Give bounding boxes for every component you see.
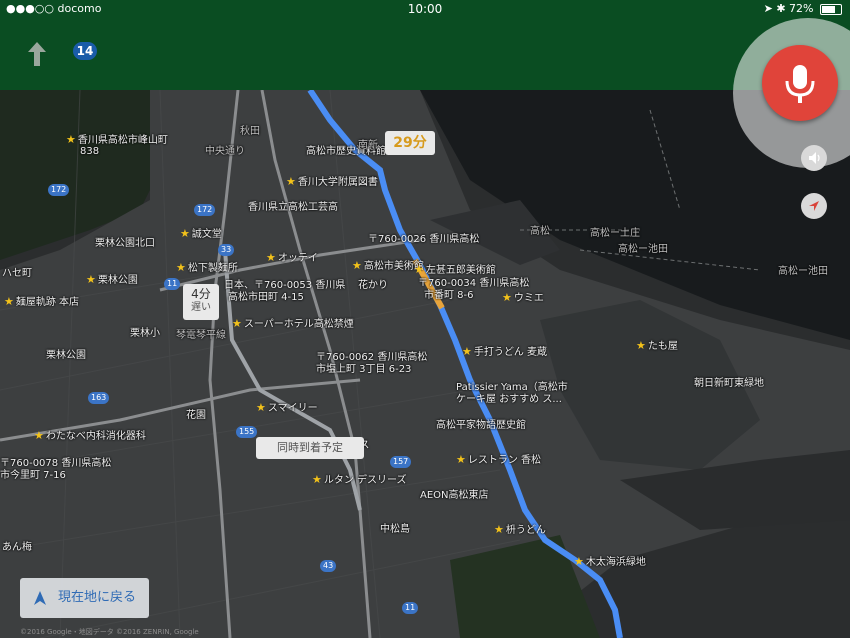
alternate-route-note: 遅い — [191, 302, 211, 313]
map-label: ★ 麺屋軌跡 本店 — [4, 295, 80, 309]
map-label: あん梅 — [2, 542, 32, 553]
compass-button[interactable] — [801, 193, 827, 219]
map-label: ケーキ屋 おすすめ ス... — [456, 394, 562, 405]
straight-arrow-icon — [28, 42, 46, 66]
bluetooth-icon: ✱ — [776, 2, 786, 15]
map-label: ★ レストラン 香松 — [456, 453, 542, 467]
map-label: ★ たも屋 — [636, 339, 678, 353]
map-label: ★ スマイリー — [256, 401, 318, 415]
battery-indicator: ➤ ✱ 72% — [764, 2, 842, 15]
map-label: 〒760-0034 香川県高松 — [418, 278, 530, 289]
map-label: 朝日新町東緑地 — [694, 378, 764, 389]
map-label: Patissier Yama（高松市 — [456, 382, 568, 393]
road-shield: 172 — [48, 184, 70, 196]
navigation-arrow-icon — [34, 591, 46, 605]
eta-callout[interactable]: 同時到着予定 — [256, 437, 364, 459]
sound-button[interactable] — [801, 145, 827, 171]
map-label: ★ ルタン デスリーズ — [312, 473, 407, 487]
map-label: 秋田 — [240, 126, 260, 137]
map-label: 中央通り — [205, 146, 245, 157]
map-label: 高松ー土庄 — [590, 228, 640, 239]
map-label: 市今里町 7-16 — [0, 470, 66, 481]
map-label: 〒760-0026 香川県高松 — [368, 234, 480, 245]
map-label: ★ 左甚五郎美術館 — [414, 263, 496, 277]
road-shield: 11 — [402, 602, 419, 614]
map-copyright: ©2016 Google・地図データ ©2016 ZENRIN, Google — [20, 628, 199, 636]
location-arrow-icon: ➤ — [763, 2, 773, 15]
map-label: ★ 松下製麺所 — [176, 261, 238, 275]
battery-percent: 72% — [789, 2, 814, 15]
map-label: ★ 栗林公園 — [86, 273, 138, 287]
map-label: ★ わたなべ内科消化器科 — [34, 429, 146, 443]
compass-icon — [809, 201, 819, 211]
map-label: 高松平家物語歴史館 — [436, 420, 526, 431]
voice-search-button[interactable] — [762, 45, 838, 121]
route-time-callout[interactable]: 29分 — [385, 131, 435, 155]
map-label: 南新 — [358, 140, 378, 151]
map-label: 高松 — [530, 226, 550, 237]
map-label: 高松ー池田 — [618, 244, 668, 255]
map-label: 高松市田町 4-15 — [228, 292, 304, 303]
map-label: 〒760-0062 香川県高松 — [316, 352, 428, 363]
map-label: AEON高松東店 — [420, 490, 489, 501]
battery-icon — [820, 3, 842, 15]
map-label: ★ 手打うどん 麦蔵 — [462, 345, 548, 359]
map-label: 琴電琴平線 — [176, 330, 226, 341]
map-label: 〒760-0078 香川県高松 — [0, 458, 112, 469]
road-shield: 172 — [194, 204, 216, 216]
alternate-route-time: 4分 — [191, 287, 211, 301]
map-label: 花園 — [186, 410, 206, 421]
map-label: 市番町 8-6 — [424, 290, 474, 301]
speaker-icon — [809, 152, 820, 164]
road-shield: 11 — [164, 278, 181, 290]
map-view[interactable]: ★ 香川県高松市峰山町 838 秋田 中央通り 高松市歴史資料館 南新 ★ 香川大学… — [0, 90, 850, 638]
road-shield: 157 — [390, 456, 412, 468]
navigation-header: 14 — [0, 18, 850, 90]
map-label: 高松ー池田 — [778, 266, 828, 277]
map-label: ★ 誠文堂 — [180, 227, 222, 241]
map-label: ハセ町 — [2, 268, 32, 279]
status-bar: ●●●○○ docomo 10:00 ➤ ✱ 72% — [0, 0, 850, 18]
road-shield: 33 — [218, 244, 235, 256]
map-label: 栗林小 — [130, 328, 160, 339]
map-label: ★ 木太海浜緑地 — [574, 555, 646, 569]
map-label: ★ ウミエ — [502, 291, 544, 305]
map-label: 栗林公園北口 — [95, 238, 155, 249]
map-label: ★ 香川大学附属図書 — [286, 175, 378, 189]
road-shield: 43 — [320, 560, 337, 572]
recenter-button[interactable]: 現在地に戻る — [20, 578, 149, 618]
clock: 10:00 — [407, 2, 443, 16]
map-label: 市塩上町 3丁目 6-23 — [316, 364, 412, 375]
map-label: 香川県立高松工芸高 — [248, 202, 338, 213]
map-label: ★ オッテイ — [266, 251, 318, 265]
map-label: 日本、〒760-0053 香川県 — [224, 280, 346, 291]
map-label: ★ スーパーホテル高松禁煙 — [232, 317, 354, 331]
map-label: 花かり — [358, 280, 388, 291]
map-label: 838 — [80, 146, 100, 157]
road-number-badge: 14 — [73, 42, 97, 60]
microphone-icon — [785, 65, 815, 103]
recenter-label: 現在地に戻る — [58, 590, 137, 605]
map-canvas — [0, 90, 850, 638]
alternate-route-callout[interactable]: 4分 遅い — [183, 284, 219, 320]
map-label: ★ 枡うどん — [494, 523, 546, 537]
map-label: 中松島 — [380, 524, 410, 535]
road-shield: 163 — [88, 392, 110, 404]
road-shield: 155 — [236, 426, 258, 438]
map-label: 栗林公園 — [46, 350, 86, 361]
